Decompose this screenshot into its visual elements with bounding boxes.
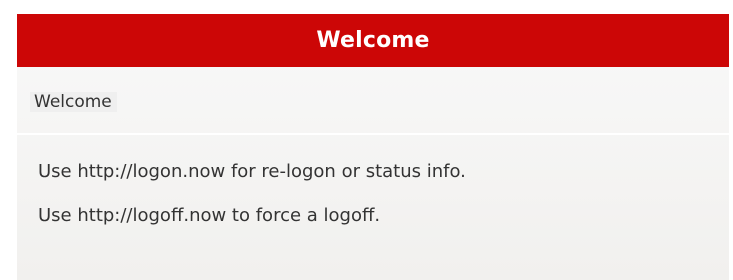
welcome-message: Welcome — [30, 92, 117, 112]
panel-header: Welcome — [17, 14, 729, 67]
logoff-info-text: Use http://logoff.now to force a logoff. — [38, 205, 381, 226]
divider — [17, 133, 729, 135]
logon-info-text: Use http://logon.now for re-logon or sta… — [38, 161, 466, 182]
panel-title: Welcome — [316, 28, 430, 53]
welcome-panel: Welcome Welcome Use http://logon.now for… — [17, 14, 729, 280]
welcome-row: Welcome — [17, 67, 729, 133]
